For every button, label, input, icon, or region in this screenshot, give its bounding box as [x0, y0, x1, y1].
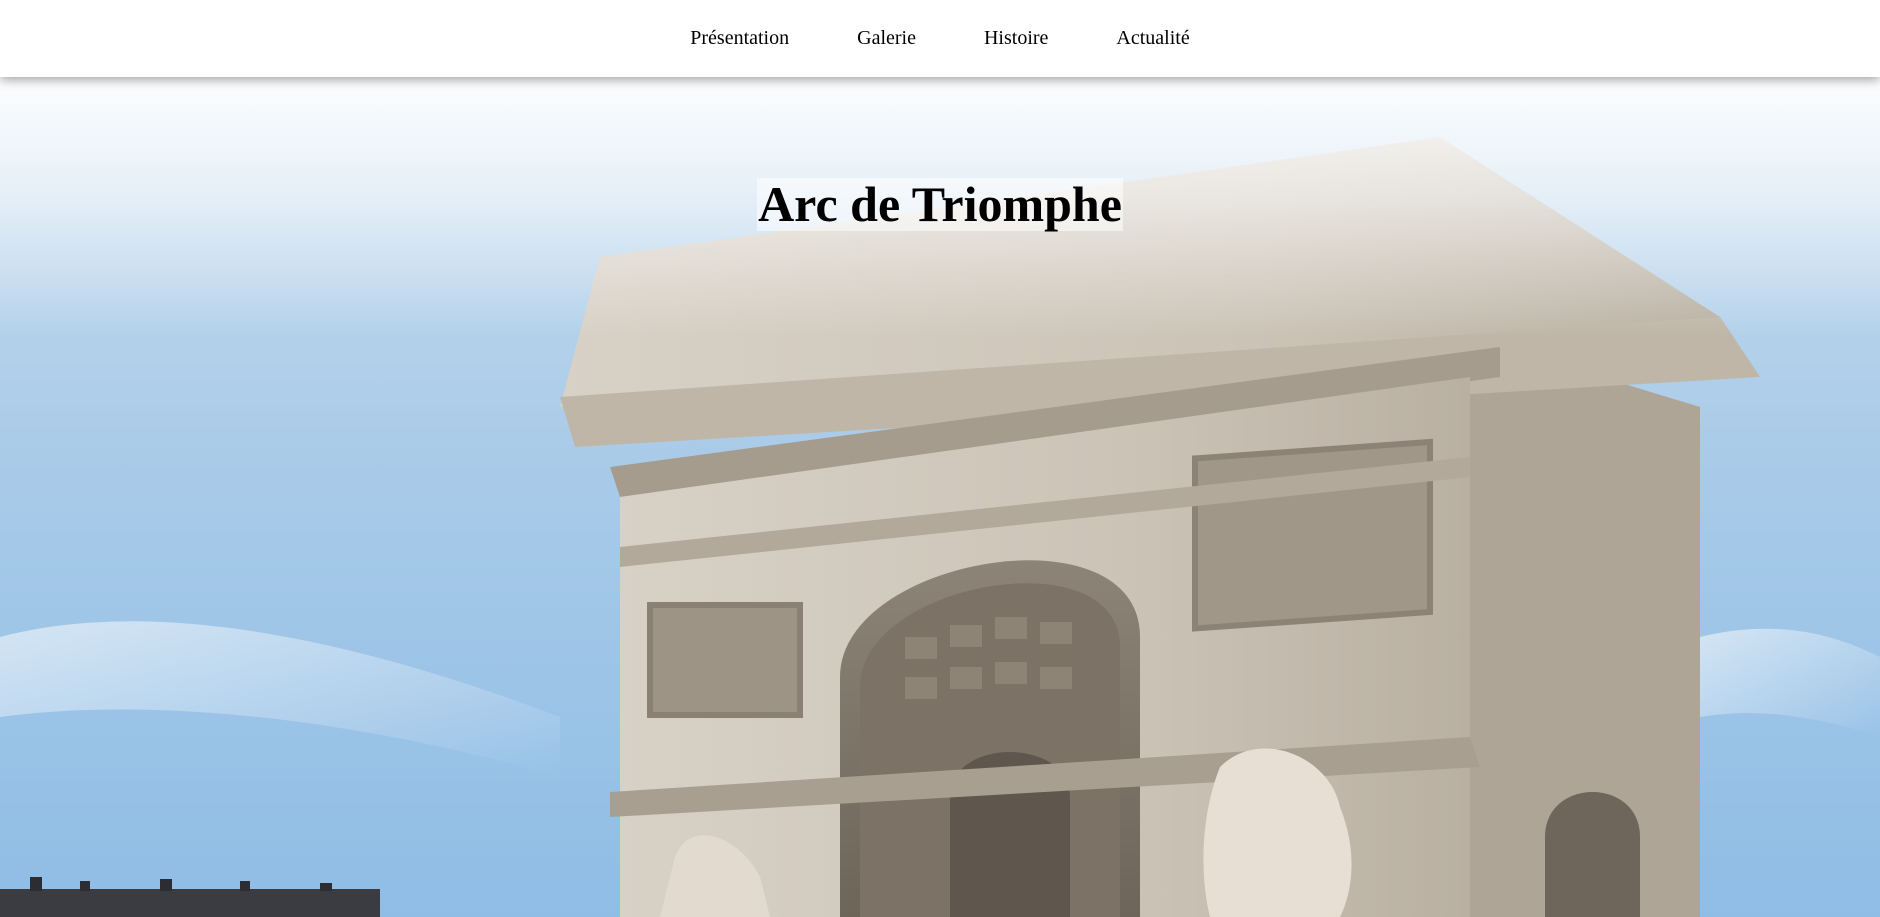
nav-item-galerie: Galerie: [823, 27, 950, 50]
hero-title: Arc de Triomphe: [0, 178, 1880, 231]
hero-section: Arc de Triomphe: [0, 77, 1880, 917]
nav-link-galerie[interactable]: Galerie: [823, 27, 950, 49]
nav-item-histoire: Histoire: [950, 27, 1082, 50]
nav-menu: Présentation Galerie Histoire Actualité: [0, 0, 1880, 77]
top-navigation-bar: Présentation Galerie Histoire Actualité: [0, 0, 1880, 77]
hero-title-text: Arc de Triomphe: [757, 176, 1123, 232]
nav-link-presentation[interactable]: Présentation: [656, 27, 823, 49]
nav-item-actualite: Actualité: [1082, 27, 1223, 50]
nav-link-histoire[interactable]: Histoire: [950, 27, 1082, 49]
nav-item-presentation: Présentation: [656, 27, 823, 50]
nav-link-actualite[interactable]: Actualité: [1082, 27, 1223, 49]
